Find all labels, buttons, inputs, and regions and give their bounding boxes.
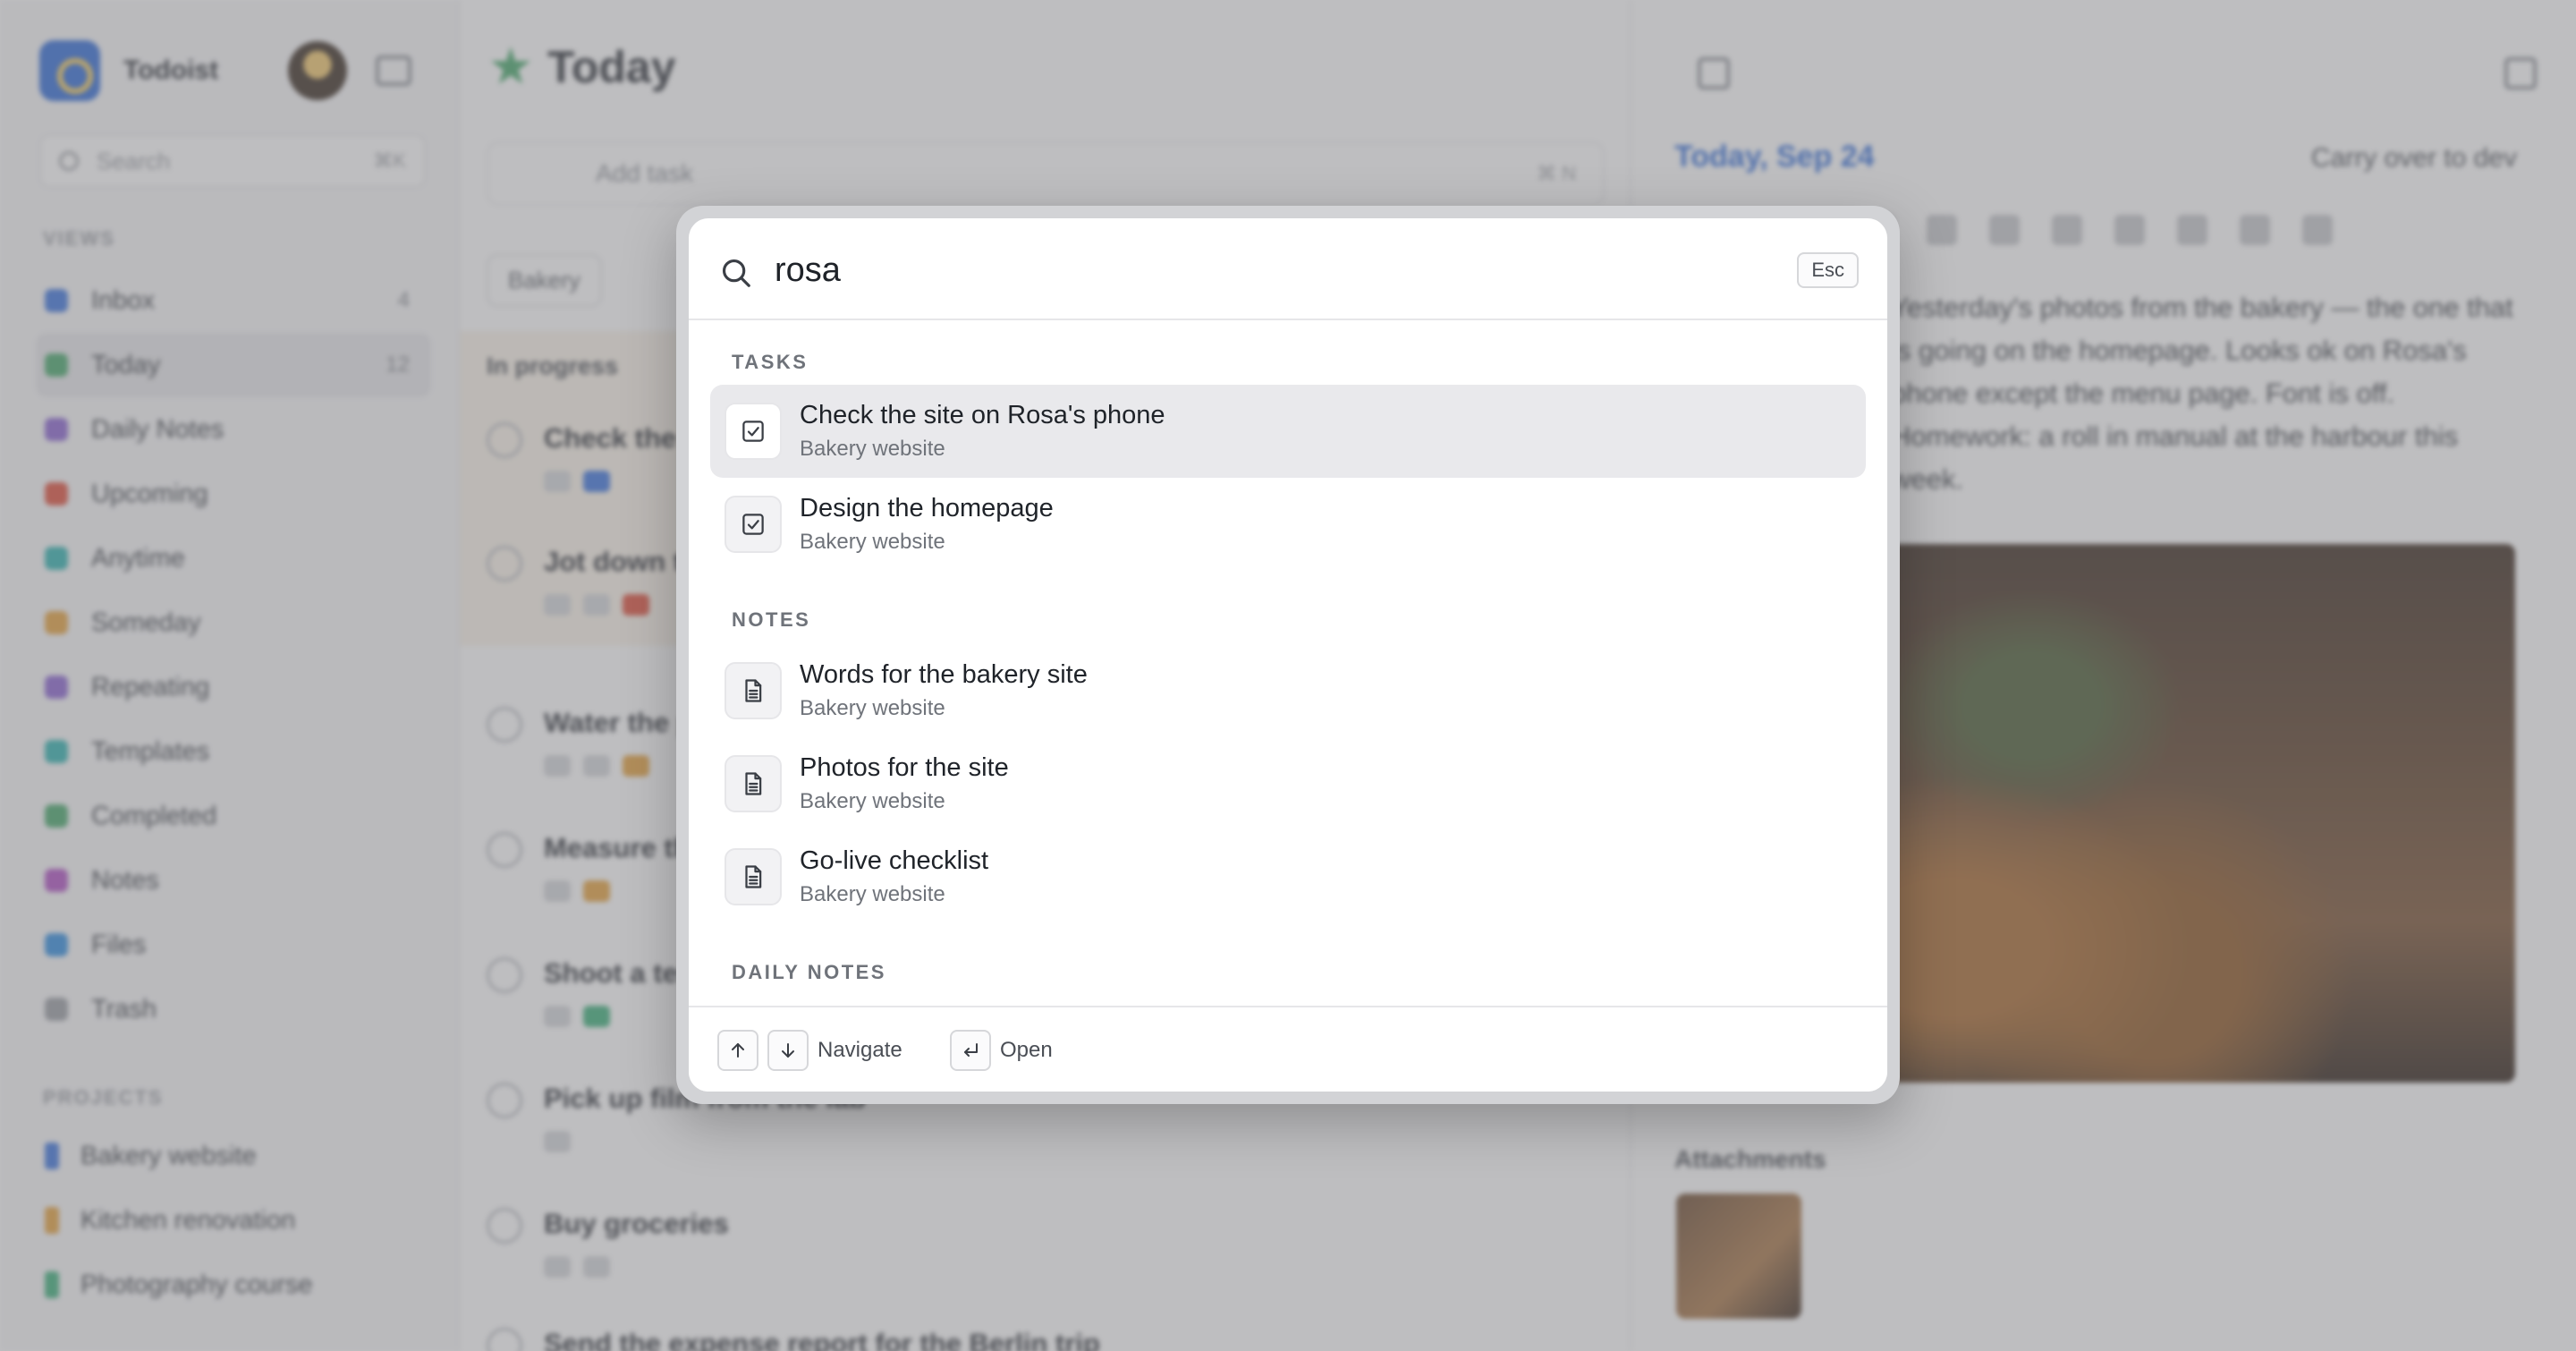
result-title: Design the homepage	[800, 494, 1054, 523]
note-icon	[724, 848, 782, 905]
section-daily-notes-label: DAILY NOTES	[732, 961, 886, 983]
result-project: Bakery website	[800, 530, 945, 554]
result-title: Photos for the site	[800, 753, 1009, 782]
result-item-note[interactable]: Words for the bakery site Bakery website	[710, 644, 1866, 737]
checkbox-icon	[724, 403, 782, 460]
result-title: Words for the bakery site	[800, 660, 1088, 689]
enter-key-icon	[950, 1030, 991, 1071]
results-list: TASKS Check the site on Rosa's phone Bak…	[689, 322, 1887, 1011]
result-item-task[interactable]: Check the site on Rosa's phone Bakery we…	[710, 385, 1866, 478]
result-project: Bakery website	[800, 696, 945, 720]
note-icon	[724, 662, 782, 719]
result-project: Bakery website	[800, 789, 945, 813]
esc-key-hint[interactable]: Esc	[1797, 252, 1859, 288]
result-project: Bakery website	[800, 437, 945, 461]
search-input[interactable]: rosa	[775, 247, 841, 293]
search-icon	[722, 259, 750, 287]
section-tasks-label: TASKS	[732, 351, 809, 373]
section-notes-label: NOTES	[732, 608, 811, 631]
open-hint: Open	[1000, 1038, 1053, 1062]
note-icon	[724, 755, 782, 812]
palette-footer: Navigate Open	[689, 1006, 1887, 1092]
result-item-task[interactable]: Design the homepage Bakery website	[710, 478, 1866, 571]
result-project: Bakery website	[800, 882, 945, 906]
arrow-up-icon	[717, 1030, 758, 1071]
navigate-hint: Navigate	[818, 1038, 902, 1062]
result-item-note[interactable]: Go-live checklist Bakery website	[710, 830, 1866, 923]
arrow-down-icon	[767, 1030, 809, 1071]
result-title: Check the site on Rosa's phone	[800, 401, 1165, 429]
result-title: Go-live checklist	[800, 846, 989, 875]
search-header: rosa Esc	[689, 218, 1887, 320]
result-item-note[interactable]: Photos for the site Bakery website	[710, 737, 1866, 830]
checkbox-icon	[724, 496, 782, 553]
